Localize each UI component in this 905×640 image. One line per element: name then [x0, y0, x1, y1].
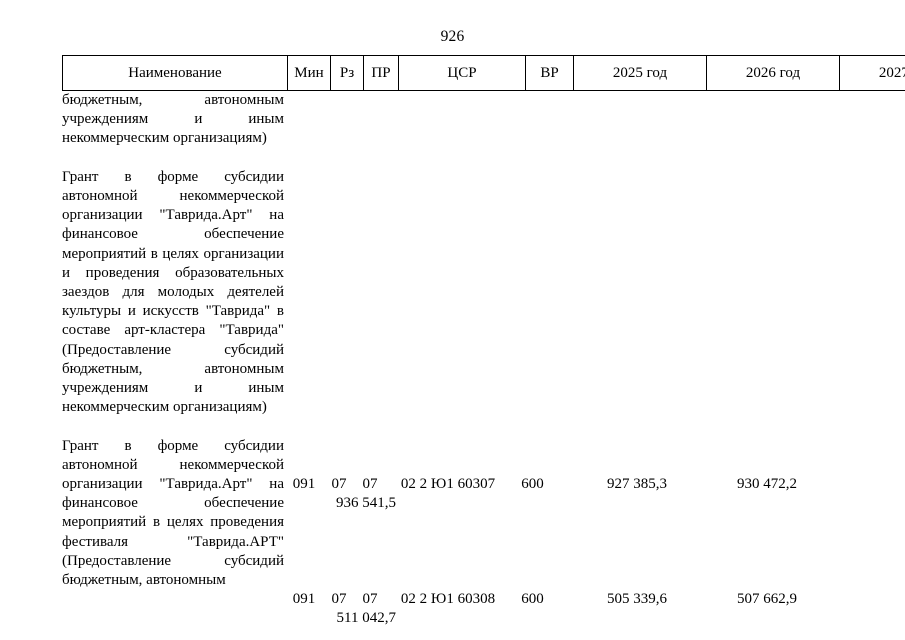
row-name-cell: Грант в форме субсидии автономной некомм…	[62, 437, 284, 589]
column-header-name: Наименование	[62, 55, 288, 91]
column-header-vr: ВР	[525, 55, 574, 91]
row-spacer	[62, 149, 845, 168]
page-number: 926	[440, 28, 465, 45]
column-header-pr: ПР	[363, 55, 399, 91]
table-row: Грант в форме субсидии автономной некомм…	[62, 437, 845, 627]
row-spacer	[62, 417, 845, 436]
table-header-row: Наименование Мин Рз ПР ЦСР ВР 2025 год 2…	[62, 55, 905, 91]
row-vr-cell: 600	[521, 591, 544, 608]
row-amount-2025: 505 339,6	[607, 591, 667, 608]
table-row: бюджетным, автономным учреждениям и иным…	[62, 91, 845, 149]
row-amount-2027: 511 042,7	[336, 610, 396, 627]
table-header: Наименование Мин Рз ПР ЦСР ВР 2025 год 2…	[62, 55, 905, 91]
row-rz-cell: 07	[331, 591, 347, 608]
row-codes-line: 091 07 07 02 2 Ю1 60308 600 505 339,6 50…	[284, 590, 845, 628]
row-min-cell: 091	[292, 591, 316, 608]
row-name-cell: Грант в форме субсидии автономной некомм…	[62, 168, 284, 416]
column-header-year-2025: 2025 год	[573, 55, 707, 91]
column-header-year-2027: 2027 год	[839, 55, 905, 91]
row-amount-2026: 507 662,9	[737, 591, 797, 608]
row-pr-cell: 07	[362, 591, 378, 608]
table-row: Грант в форме субсидии автономной некомм…	[62, 168, 845, 511]
column-header-rz: Рз	[330, 55, 364, 91]
table-body: бюджетным, автономным учреждениям и иным…	[62, 91, 845, 627]
document-page: 926 Наименование Мин Рз ПР ЦСР ВР 2025 г…	[0, 0, 905, 640]
column-header-csr: ЦСР	[398, 55, 526, 91]
column-header-min: Мин	[287, 55, 331, 91]
row-name-cell: бюджетным, автономным учреждениям и иным…	[62, 92, 284, 147]
row-csr-cell: 02 2 Ю1 60308	[400, 591, 496, 608]
column-header-year-2026: 2026 год	[706, 55, 840, 91]
